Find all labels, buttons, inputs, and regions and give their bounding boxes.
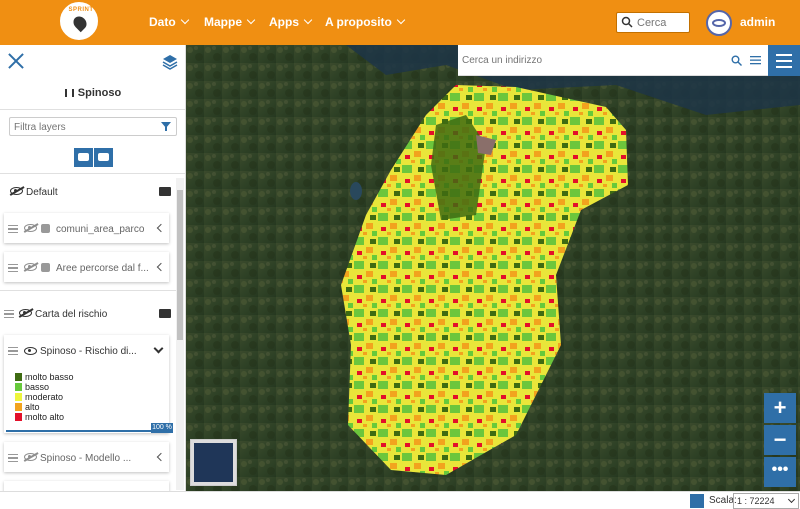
overview-map[interactable] bbox=[190, 439, 237, 486]
legend-swatch bbox=[15, 403, 22, 411]
top-navbar: SPRINT Dato Mappe Apps A proposito admin bbox=[0, 0, 800, 45]
add-group-button[interactable] bbox=[94, 148, 113, 167]
layer-group-carta-del-rischio[interactable]: Carta del rischio bbox=[0, 305, 176, 327]
folder-icon bbox=[159, 309, 171, 318]
layer-panel: Spinoso Default comuni_area_parco Aree p… bbox=[0, 45, 186, 491]
close-icon[interactable] bbox=[8, 53, 24, 69]
drag-handle-icon[interactable] bbox=[8, 454, 18, 462]
layer-type-icon bbox=[41, 224, 50, 233]
nav-dato[interactable]: Dato bbox=[149, 0, 189, 45]
chevron-down-icon bbox=[303, 15, 313, 25]
drag-handle-icon[interactable] bbox=[8, 347, 18, 355]
legend-label: alto bbox=[25, 402, 40, 412]
drag-handle-icon[interactable] bbox=[4, 310, 14, 318]
satellite-map[interactable] bbox=[186, 45, 800, 491]
print-icon[interactable] bbox=[690, 494, 704, 508]
more-tools-button[interactable]: ••• bbox=[764, 457, 796, 487]
nav-label: A proposito bbox=[325, 15, 392, 29]
panel-title-text: Spinoso bbox=[77, 87, 122, 99]
filter-layers[interactable] bbox=[9, 117, 177, 136]
hidden-eye-icon[interactable] bbox=[24, 453, 37, 461]
divider bbox=[0, 173, 185, 174]
scrollbar-thumb[interactable] bbox=[177, 190, 183, 340]
nav-apps[interactable]: Apps bbox=[269, 0, 313, 45]
opacity-slider[interactable] bbox=[6, 430, 171, 432]
folder-icon bbox=[159, 187, 171, 196]
layer-type-icon bbox=[41, 263, 50, 272]
avatar[interactable] bbox=[706, 10, 732, 36]
panel-header: Spinoso bbox=[0, 45, 185, 110]
opacity-value: 100 % bbox=[151, 423, 173, 433]
hidden-eye-icon[interactable] bbox=[19, 309, 32, 317]
scale-value: 1 : 72224 bbox=[737, 496, 775, 506]
layers-icon[interactable] bbox=[162, 54, 178, 70]
layer-item-partial[interactable] bbox=[4, 481, 169, 491]
chevron-down-icon bbox=[246, 15, 256, 25]
search-icon bbox=[621, 16, 633, 28]
map-view[interactable] bbox=[186, 45, 800, 491]
add-layer-button[interactable] bbox=[74, 148, 93, 167]
avatar-logo bbox=[712, 19, 726, 27]
legend-swatch bbox=[15, 413, 22, 421]
address-search-input[interactable] bbox=[462, 53, 712, 68]
overview-map-image bbox=[194, 443, 233, 482]
menu-icon[interactable] bbox=[750, 55, 761, 65]
eye-icon[interactable] bbox=[24, 347, 37, 355]
divider bbox=[0, 290, 176, 291]
layer-item[interactable]: comuni_area_parco bbox=[4, 213, 169, 243]
legend-label: molto alto bbox=[25, 412, 65, 422]
legend-swatch bbox=[15, 383, 22, 391]
group-label: Default bbox=[26, 187, 58, 198]
group-label: Carta del rischio bbox=[35, 309, 108, 320]
layer-item[interactable]: Aree percorse dal f... bbox=[4, 252, 169, 282]
map-pin-icon bbox=[70, 13, 90, 33]
scrollbar[interactable] bbox=[176, 178, 184, 490]
chevron-left-icon[interactable] bbox=[156, 262, 166, 272]
legend-label: basso bbox=[25, 382, 50, 392]
layer-label: Aree percorse dal f... bbox=[56, 263, 149, 274]
nav-a-proposito[interactable]: A proposito bbox=[325, 0, 406, 45]
layer-label: Spinoso - Modello ... bbox=[40, 453, 132, 464]
filter-icon-stem bbox=[165, 127, 167, 131]
legend-swatch bbox=[15, 393, 22, 401]
layer-label: comuni_area_parco bbox=[56, 224, 145, 235]
hidden-eye-icon[interactable] bbox=[10, 187, 23, 195]
logo[interactable]: SPRINT bbox=[60, 2, 98, 40]
map-icon bbox=[64, 89, 74, 97]
chevron-down-icon bbox=[180, 15, 189, 25]
address-search[interactable] bbox=[458, 45, 770, 76]
chevron-down-icon bbox=[396, 15, 406, 25]
zoom-in-button[interactable]: + bbox=[764, 393, 796, 423]
user-name[interactable]: admin bbox=[740, 0, 775, 45]
nav-label: Dato bbox=[149, 15, 176, 29]
layer-label: Spinoso - Rischio di... bbox=[40, 346, 137, 357]
legend-label: moderato bbox=[25, 392, 64, 402]
hidden-eye-icon[interactable] bbox=[24, 263, 37, 271]
chevron-left-icon[interactable] bbox=[156, 452, 166, 462]
legend-swatch bbox=[15, 373, 22, 381]
nav-mappe[interactable]: Mappe bbox=[204, 0, 256, 45]
chevron-left-icon[interactable] bbox=[156, 223, 166, 233]
footer-bar: Scala: 1 : 72224 bbox=[0, 491, 800, 509]
drag-handle-icon[interactable] bbox=[8, 264, 18, 272]
layer-item[interactable]: Spinoso - Modello ... bbox=[4, 442, 169, 472]
search-input[interactable] bbox=[637, 15, 687, 30]
layer-group-default[interactable]: Default bbox=[0, 183, 176, 205]
chevron-down-icon[interactable] bbox=[153, 343, 164, 354]
header-search[interactable] bbox=[616, 12, 690, 33]
hidden-eye-icon[interactable] bbox=[24, 224, 37, 232]
drag-handle-icon[interactable] bbox=[8, 225, 18, 233]
search-icon[interactable] bbox=[731, 55, 742, 66]
nav-label: Mappe bbox=[204, 15, 243, 29]
nav-label: Apps bbox=[269, 15, 299, 29]
panel-title: Spinoso bbox=[0, 87, 185, 99]
pond bbox=[350, 182, 362, 200]
zoom-out-button[interactable]: − bbox=[764, 425, 796, 455]
filter-layers-input[interactable] bbox=[14, 120, 154, 134]
legend-label: molto basso bbox=[25, 372, 74, 382]
burger-menu-button[interactable] bbox=[768, 45, 800, 76]
scale-select[interactable]: 1 : 72224 bbox=[733, 493, 799, 509]
logo-text: SPRINT bbox=[68, 7, 94, 13]
